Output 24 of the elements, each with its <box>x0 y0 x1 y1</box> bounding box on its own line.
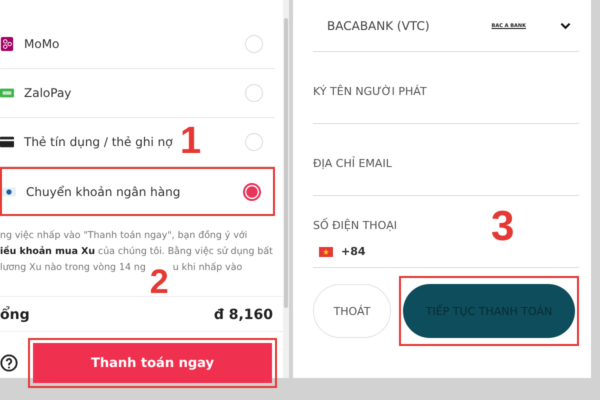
field-label: SỐ ĐIỆN THOẠI <box>313 219 397 232</box>
flag-icon <box>319 246 333 256</box>
payment-option-label: Chuyển khoản ngân hàng <box>25 184 180 198</box>
payment-option-label: ZaloPay <box>23 86 72 100</box>
input-field[interactable]: KÝ TÊN NGƯỜI PHÁT <box>313 52 579 124</box>
help-icon[interactable] <box>0 354 18 372</box>
input-field[interactable]: ĐỊA CHỈ EMAIL <box>313 124 579 196</box>
payment-option[interactable]: ZaloPay <box>0 69 275 118</box>
total-label: ổng <box>0 307 30 323</box>
terms-text: u khi nhấp vào <box>172 261 242 275</box>
terms-text: lương Xu nào trong vòng 14 ng <box>0 261 146 275</box>
payment-option[interactable]: Chuyển khoản ngân hàng <box>0 167 275 216</box>
step-number: 3 <box>491 202 514 250</box>
payment-option[interactable]: MoMo <box>0 20 275 69</box>
exit-button[interactable]: THOÁT <box>313 284 391 338</box>
radio-button[interactable] <box>243 182 261 200</box>
step-number: 1 <box>180 120 202 162</box>
scrollbar[interactable] <box>284 18 288 308</box>
phone-code: +84 <box>341 245 366 258</box>
chevron-down-icon <box>560 22 571 30</box>
payment-option-label: Thẻ tín dụng / thẻ ghi nợ <box>23 135 173 149</box>
total-amount: đ 8,160 <box>214 307 273 323</box>
payment-option-label: MoMo <box>23 37 60 51</box>
pay-now-button[interactable]: Thanh toán ngay <box>33 343 272 383</box>
